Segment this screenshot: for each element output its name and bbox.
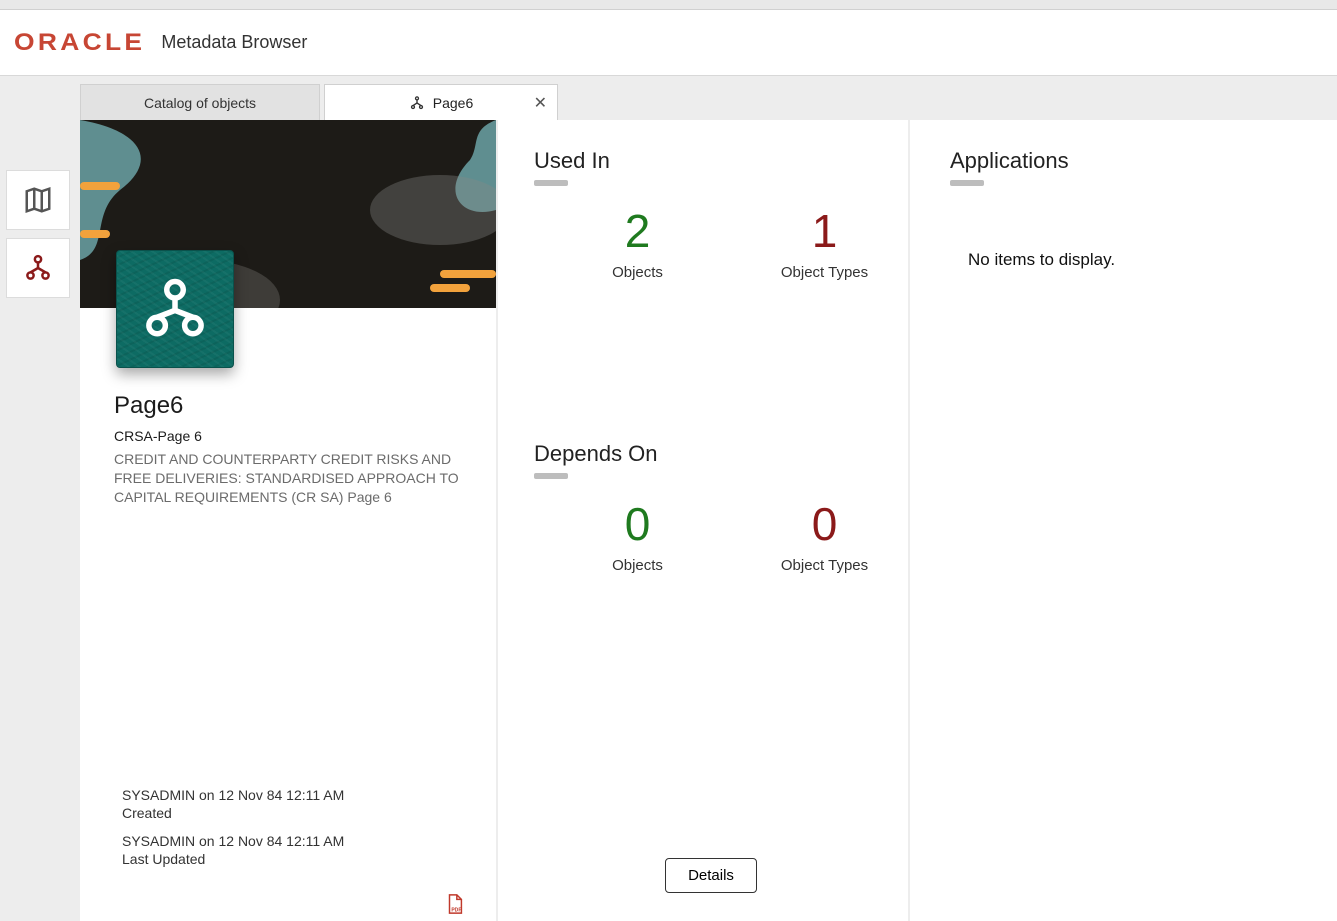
nav-map-button[interactable] (6, 170, 70, 230)
tab-catalog[interactable]: Catalog of objects (80, 84, 320, 120)
depends-on-stats: 0 Objects 0 Object Types (534, 501, 888, 574)
used-in-stats: 2 Objects 1 Object Types (534, 208, 888, 281)
used-in-objects[interactable]: 2 Objects (574, 208, 701, 281)
created-label: Created (122, 805, 478, 821)
stat-label: Object Types (761, 557, 888, 574)
depends-on-types[interactable]: 0 Object Types (761, 501, 888, 574)
stat-value: 0 (574, 501, 701, 547)
depends-on-objects[interactable]: 0 Objects (574, 501, 701, 574)
tab-label: Page6 (433, 95, 473, 111)
stat-value: 0 (761, 501, 888, 547)
created-line: SYSADMIN on 12 Nov 84 12:11 AM (122, 787, 478, 803)
empty-message: No items to display. (950, 208, 1307, 270)
stat-label: Objects (574, 264, 701, 281)
map-icon (23, 185, 53, 215)
hierarchy-icon (142, 276, 208, 342)
metadata-block: SYSADMIN on 12 Nov 84 12:11 AM Created S… (114, 775, 478, 875)
depends-on-title: Depends On (534, 441, 888, 467)
details-button[interactable]: Details (665, 858, 757, 893)
tab-label: Catalog of objects (144, 95, 256, 111)
close-icon[interactable]: ✕ (534, 93, 547, 113)
tab-page6[interactable]: Page6 ✕ (324, 84, 558, 120)
stat-label: Objects (574, 557, 701, 574)
left-rail (6, 170, 70, 298)
oracle-logo: ORACLE (20, 29, 139, 57)
nav-hierarchy-button[interactable] (6, 238, 70, 298)
svg-text:PDF: PDF (451, 907, 461, 913)
title-underline (534, 473, 568, 479)
hierarchy-icon (409, 95, 425, 111)
updated-label: Last Updated (122, 851, 478, 867)
used-in-title: Used In (534, 148, 888, 174)
page-title: Page6 (114, 392, 478, 420)
updated-line: SYSADMIN on 12 Nov 84 12:11 AM (122, 833, 478, 849)
used-in-types[interactable]: 1 Object Types (761, 208, 888, 281)
content-row: Page6 CRSA-Page 6 CREDIT AND COUNTERPART… (80, 120, 1337, 921)
hierarchy-icon (23, 253, 53, 283)
applications-title: Applications (950, 148, 1307, 174)
stat-label: Object Types (761, 264, 888, 281)
title-underline (534, 180, 568, 186)
title-underline (950, 180, 984, 186)
page-subtitle: CRSA-Page 6 (114, 428, 478, 444)
app-title: Metadata Browser (161, 32, 307, 53)
pdf-icon[interactable]: PDF (444, 893, 466, 915)
page-description: CREDIT AND COUNTERPARTY CREDIT RISKS AND… (114, 450, 478, 507)
window-chrome-stub (0, 0, 1337, 10)
tab-strip: Catalog of objects Page6 ✕ (80, 84, 562, 120)
applications-card: Applications No items to display. (910, 120, 1337, 921)
relations-card: Used In 2 Objects 1 Object Types Depends… (498, 120, 908, 921)
app-header: ORACLE Metadata Browser (0, 10, 1337, 76)
workspace: Catalog of objects Page6 ✕ (0, 76, 1337, 921)
stat-value: 1 (761, 208, 888, 254)
summary-card: Page6 CRSA-Page 6 CREDIT AND COUNTERPART… (80, 120, 496, 921)
stat-value: 2 (574, 208, 701, 254)
object-type-badge (116, 250, 234, 368)
